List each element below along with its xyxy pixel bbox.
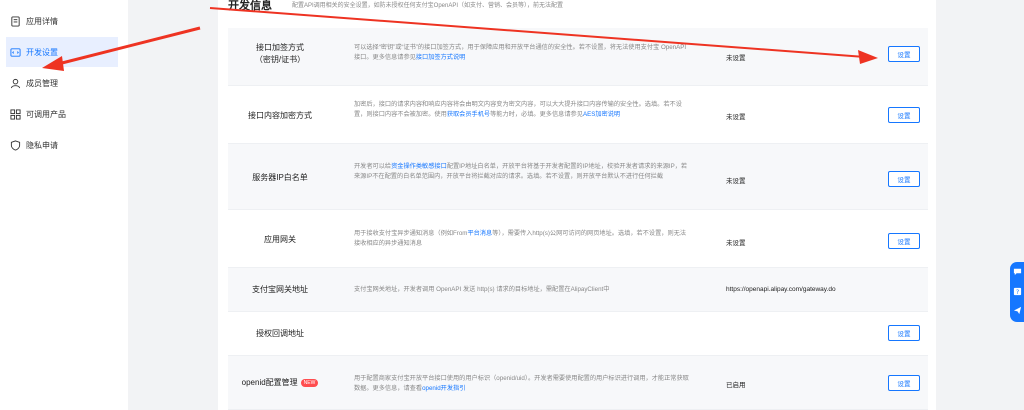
row-name: 接口内容加密方式: [248, 111, 312, 120]
table-row: 授权回调地址 设置: [228, 312, 928, 356]
row-name: 支付宝网关地址: [252, 285, 308, 294]
row-status: https://openapi.alipay.com/gateway.do: [726, 286, 836, 293]
sidebar-item-label: 可调用产品: [26, 109, 66, 119]
sidebar-item-label: 开发设置: [26, 47, 58, 57]
row-description: 用于配置商家支付宝开放平台接口使用的用户标识（openid/uid）。开发者需要…: [354, 374, 692, 394]
new-badge: NEW: [300, 378, 319, 387]
sidebar-item-dev-settings[interactable]: 开发设置: [6, 37, 118, 67]
row-description: 开发者可以给资金操作类敏感接口配置IP地址白名单，开放平台将基于开发者配置的IP…: [354, 162, 692, 182]
row-desc-text: 等能力时，必填。更多信息请参见: [490, 111, 583, 118]
shield-icon: [10, 139, 21, 151]
sidebar-item-label: 隐私申请: [26, 140, 58, 150]
row-status: 未设置: [726, 178, 746, 185]
signing-doc-link[interactable]: 接口加签方式说明: [416, 54, 466, 61]
signing-setup-button[interactable]: 设置: [888, 46, 920, 62]
chat-icon[interactable]: [1012, 266, 1022, 276]
row-status: 未设置: [726, 240, 746, 247]
row-status: 未设置: [726, 114, 746, 121]
row-name: openid配置管理 NEW: [234, 377, 326, 389]
aes-doc-link[interactable]: AES加密说明: [583, 111, 620, 118]
member-phone-link[interactable]: 获取会员手机号: [447, 111, 490, 118]
row-name-line2: （密钥/证书）: [254, 55, 306, 64]
table-row: 支付宝网关地址 支付宝网关地址，开发者调用 OpenAPI 发送 http(s)…: [228, 268, 928, 312]
row-description: 可以选择“密钥”或“证书”的接口加签方式，用于保障应用和开放平台通信的安全性。若…: [354, 43, 692, 63]
table-row: 接口加签方式 （密钥/证书） 可以选择“密钥”或“证书”的接口加签方式，用于保障…: [228, 28, 928, 86]
sidebar-item-label: 成员管理: [26, 78, 58, 88]
sidebar: 应用详情 开发设置 成员管理 可调用产品 隐私申请: [0, 0, 128, 410]
sidebar-item-members[interactable]: 成员管理: [6, 68, 118, 98]
openid-guide-link[interactable]: openid开发指引: [422, 385, 465, 392]
send-icon[interactable]: [1012, 305, 1022, 315]
floating-toolbar: ?: [1010, 262, 1024, 322]
row-name-line1: 接口加签方式: [256, 43, 304, 52]
help-icon[interactable]: ?: [1012, 286, 1022, 296]
table-row: 接口内容加密方式 加密后，接口的请求内容和响应内容将会由明文内容变为密文内容，可…: [228, 86, 928, 144]
encryption-setup-button[interactable]: 设置: [888, 107, 920, 123]
main-panel: 开发信息 配置API调用相关的安全设置，如防未授权任何支付宝OpenAPI（如支…: [218, 0, 936, 410]
page-title: 开发信息: [228, 0, 272, 12]
row-name-line1: openid配置管理: [241, 378, 298, 387]
row-desc-text: 用于接收支付宝异步通知消息（例如From: [354, 230, 468, 237]
row-description: 加密后，接口的请求内容和响应内容将会由明文内容变为密文内容，可以大大提升接口内容…: [354, 100, 692, 120]
svg-text:?: ?: [1015, 289, 1018, 296]
row-desc-text: 开发者可以给: [354, 163, 392, 170]
page-description: 配置API调用相关的安全设置，如防未授权任何支付宝OpenAPI（如支付、营销、…: [292, 3, 564, 9]
document-icon: [10, 15, 21, 27]
row-status: 已启用: [726, 382, 746, 389]
row-name: 服务器IP白名单: [252, 173, 308, 182]
ip-whitelist-setup-button[interactable]: 设置: [888, 171, 920, 187]
row-description: 支付宝网关地址，开发者调用 OpenAPI 发送 http(s) 请求的目标地址…: [354, 286, 610, 293]
sensitive-api-link[interactable]: 资金操作类敏感接口: [391, 163, 447, 170]
table-row: openid配置管理 NEW 用于配置商家支付宝开放平台接口使用的用户标识（ope…: [228, 356, 928, 410]
gateway-setup-button[interactable]: 设置: [888, 233, 920, 249]
row-description: 用于接收支付宝异步通知消息（例如From平台消息等），需要传入http(s)公网…: [354, 229, 692, 249]
platform-message-link[interactable]: 平台消息: [467, 230, 492, 237]
sidebar-item-privacy[interactable]: 隐私申请: [6, 130, 118, 160]
user-icon: [10, 78, 21, 89]
sidebar-item-app-details[interactable]: 应用详情: [6, 6, 118, 36]
row-name: 应用网关: [264, 235, 296, 244]
row-desc-text: 用于配置商家支付宝开放平台接口使用的用户标识（openid/uid）。开发者需要…: [354, 375, 689, 392]
row-name: 接口加签方式 （密钥/证书）: [234, 42, 326, 66]
row-name: 授权回调地址: [256, 329, 304, 338]
sidebar-item-products[interactable]: 可调用产品: [6, 99, 118, 129]
openid-setup-button[interactable]: 设置: [888, 375, 920, 391]
row-desc-text: 可以选择“密钥”或“证书”的接口加签方式，用于保障应用和开放平台通信的安全性。若…: [354, 44, 687, 61]
code-icon: [10, 47, 21, 58]
sidebar-item-label: 应用详情: [26, 16, 58, 26]
table-row: 服务器IP白名单 开发者可以给资金操作类敏感接口配置IP地址白名单，开放平台将基…: [228, 144, 928, 210]
row-status: 未设置: [726, 55, 746, 62]
table-row: 应用网关 用于接收支付宝异步通知消息（例如From平台消息等），需要传入http…: [228, 210, 928, 268]
auth-callback-setup-button[interactable]: 设置: [888, 325, 920, 341]
grid-icon: [10, 108, 21, 120]
